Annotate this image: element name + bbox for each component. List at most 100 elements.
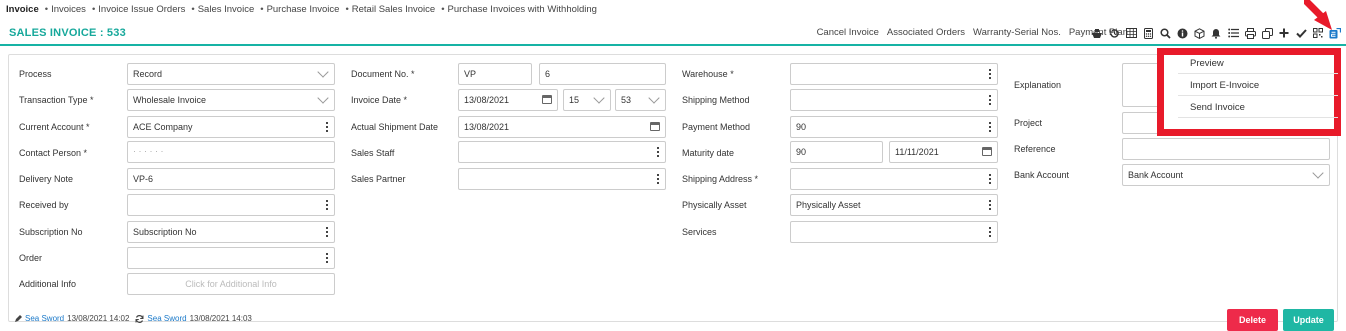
- associated-orders-link[interactable]: Associated Orders: [887, 27, 965, 38]
- bell-icon[interactable]: [1209, 24, 1223, 42]
- more-options-icon[interactable]: [320, 248, 334, 268]
- breadcrumb-purchase-invoices-withholding[interactable]: Purchase Invoices with Withholding: [448, 4, 597, 15]
- services-field[interactable]: [790, 221, 998, 243]
- invoice-date-field[interactable]: 13/08/2021: [458, 89, 558, 111]
- subscription-no-field[interactable]: Subscription No: [127, 221, 335, 243]
- calculator-icon[interactable]: [1141, 24, 1155, 42]
- additional-info-button[interactable]: Click for Additional Info: [127, 273, 335, 295]
- menu-item-preview[interactable]: Preview: [1190, 58, 1224, 69]
- order-field[interactable]: [127, 247, 335, 269]
- physically-asset-field[interactable]: Physically Asset: [790, 194, 998, 216]
- created-by-link[interactable]: Sea Sword: [25, 314, 64, 323]
- calendar-icon[interactable]: [982, 147, 992, 156]
- sales-partner-label: Sales Partner: [351, 174, 406, 184]
- chevron-down-icon: [1312, 167, 1324, 179]
- current-account-label: Current Account *: [19, 122, 90, 132]
- invoice-hour-select[interactable]: 15: [563, 89, 611, 111]
- copy-icon[interactable]: [1260, 24, 1274, 42]
- transaction-type-label: Transaction Type *: [19, 95, 94, 105]
- breadcrumb-separator: •: [441, 3, 445, 15]
- actual-shipment-date-field[interactable]: 13/08/2021: [458, 116, 666, 138]
- delivery-note-field[interactable]: VP-6: [127, 168, 335, 190]
- reference-field[interactable]: [1122, 138, 1330, 160]
- chevron-down-icon: [593, 92, 605, 104]
- more-options-icon[interactable]: [983, 195, 997, 215]
- warranty-serial-link[interactable]: Warranty-Serial Nos.: [973, 27, 1061, 38]
- services-label: Services: [682, 227, 717, 237]
- delete-button[interactable]: Delete: [1227, 309, 1278, 331]
- invoice-minute-select[interactable]: 53: [615, 89, 666, 111]
- header-actions: Cancel Invoice Associated Orders Warrant…: [809, 27, 1128, 38]
- menu-divider: [1178, 73, 1338, 74]
- sales-staff-label: Sales Staff: [351, 148, 395, 158]
- breadcrumb-purchase-invoice[interactable]: Purchase Invoice: [267, 4, 340, 15]
- more-options-icon[interactable]: [651, 169, 665, 189]
- breadcrumb-retail-sales-invoice[interactable]: Retail Sales Invoice: [352, 4, 435, 15]
- breadcrumb-invoices[interactable]: Invoices: [51, 4, 86, 15]
- chevron-down-icon: [648, 92, 660, 104]
- e-invoice-dropdown-menu: Preview Import E-Invoice Send Invoice: [1157, 48, 1341, 136]
- calendar-icon[interactable]: [650, 122, 660, 131]
- reference-label: Reference: [1014, 144, 1056, 154]
- actual-shipment-date-label: Actual Shipment Date: [351, 122, 439, 132]
- document-prefix-field[interactable]: VP: [458, 63, 532, 85]
- info-icon[interactable]: [1175, 24, 1189, 42]
- plus-icon[interactable]: [1277, 24, 1291, 42]
- menu-divider: [1178, 95, 1338, 96]
- shipping-method-field[interactable]: [790, 89, 998, 111]
- shipping-method-label: Shipping Method: [682, 95, 750, 105]
- document-number-field[interactable]: 6: [539, 63, 666, 85]
- ship-icon[interactable]: [1090, 24, 1104, 42]
- breadcrumb-separator: •: [345, 3, 349, 15]
- breadcrumb: Invoice • Invoices • Invoice Issue Order…: [6, 2, 601, 16]
- payment-method-field[interactable]: 90: [790, 116, 998, 138]
- received-by-field[interactable]: [127, 194, 335, 216]
- updated-by-link[interactable]: Sea Sword: [147, 314, 186, 323]
- transaction-type-select[interactable]: Wholesale Invoice: [127, 89, 335, 111]
- print-icon[interactable]: [1243, 24, 1257, 42]
- update-button[interactable]: Update: [1283, 309, 1334, 331]
- more-options-icon[interactable]: [320, 222, 334, 242]
- breadcrumb-separator: •: [191, 3, 195, 15]
- more-options-icon[interactable]: [651, 142, 665, 162]
- breadcrumb-invoice[interactable]: Invoice: [6, 4, 39, 15]
- sales-staff-field[interactable]: [458, 141, 666, 163]
- current-account-field[interactable]: ACE Company: [127, 116, 335, 138]
- cancel-invoice-link[interactable]: Cancel Invoice: [817, 27, 879, 38]
- invoice-date-label: Invoice Date *: [351, 95, 408, 105]
- maturity-days-field[interactable]: 90: [790, 141, 883, 163]
- calendar-icon[interactable]: [542, 95, 552, 104]
- more-options-icon[interactable]: [983, 64, 997, 84]
- refresh-icon: [135, 314, 144, 323]
- menu-divider: [1178, 117, 1338, 118]
- more-options-icon[interactable]: [983, 90, 997, 110]
- search-icon[interactable]: [1158, 24, 1172, 42]
- received-by-label: Received by: [19, 200, 69, 210]
- history-icon[interactable]: [1107, 24, 1121, 42]
- shipping-address-field[interactable]: [790, 168, 998, 190]
- warehouse-field[interactable]: [790, 63, 998, 85]
- breadcrumb-sales-invoice[interactable]: Sales Invoice: [198, 4, 255, 15]
- breadcrumb-separator: •: [91, 3, 96, 15]
- contact-person-field[interactable]: · · · · · ·: [127, 141, 335, 163]
- cube-icon[interactable]: [1192, 24, 1206, 42]
- breadcrumb-invoice-issue-orders[interactable]: Invoice Issue Orders: [98, 4, 185, 15]
- more-options-icon[interactable]: [320, 117, 334, 137]
- bank-account-select[interactable]: Bank Account: [1122, 164, 1330, 186]
- more-options-icon[interactable]: [983, 117, 997, 137]
- process-select[interactable]: Record: [127, 63, 335, 85]
- breadcrumb-separator: •: [260, 3, 264, 15]
- menu-item-import-e-invoice[interactable]: Import E-Invoice: [1190, 80, 1259, 91]
- created-at: 13/08/2021 14:02: [67, 314, 130, 323]
- menu-item-send-invoice[interactable]: Send Invoice: [1190, 102, 1245, 113]
- sales-partner-field[interactable]: [458, 168, 666, 190]
- maturity-date-field[interactable]: 11/11/2021: [889, 141, 998, 163]
- more-options-icon[interactable]: [983, 222, 997, 242]
- table-icon[interactable]: [1124, 24, 1138, 42]
- record-audit-info: Sea Sword 13/08/2021 14:02 Sea Sword 13/…: [14, 314, 252, 323]
- updated-at: 13/08/2021 14:03: [189, 314, 252, 323]
- maturity-date-label: Maturity date: [682, 148, 735, 158]
- more-options-icon[interactable]: [983, 169, 997, 189]
- list-icon[interactable]: [1226, 24, 1240, 42]
- more-options-icon[interactable]: [320, 195, 334, 215]
